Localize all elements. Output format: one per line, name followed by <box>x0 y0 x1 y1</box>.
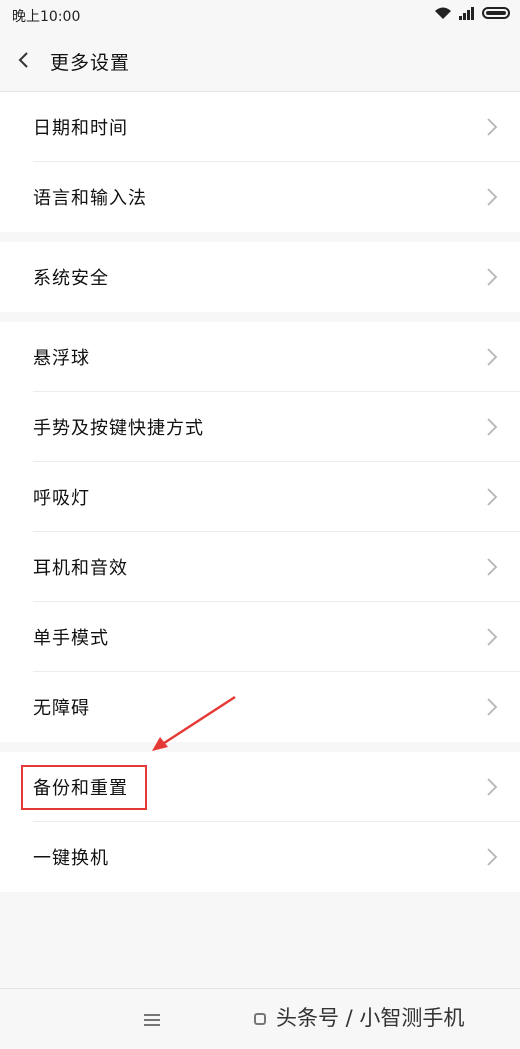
settings-item-label: 耳机和音效 <box>33 558 128 579</box>
watermark: 头条号 / 小智测手机 <box>276 1006 465 1030</box>
chevron-right-icon <box>487 118 498 136</box>
settings-item-label: 无障碍 <box>33 698 90 719</box>
settings-item-accessibility[interactable]: 无障碍 <box>0 672 520 742</box>
status-bar: 晚上10:00 <box>0 0 520 30</box>
settings-item-label: 系统安全 <box>33 268 109 289</box>
wifi-icon <box>435 7 451 19</box>
settings-group-2: 系统安全 <box>0 242 520 312</box>
settings-item-language-input[interactable]: 语言和输入法 <box>0 162 520 232</box>
settings-item-label: 一键换机 <box>33 848 109 869</box>
status-time: 晚上10:00 <box>12 9 81 25</box>
annotation-arrow-icon <box>152 695 236 751</box>
settings-item-date-time[interactable]: 日期和时间 <box>0 92 520 162</box>
navigation-bar: 头条号 / 小智测手机 <box>0 988 520 1049</box>
signal-icon <box>459 7 474 20</box>
chevron-right-icon <box>487 418 498 436</box>
settings-item-notification-light[interactable]: 呼吸灯 <box>0 462 520 532</box>
home-icon[interactable] <box>254 1013 266 1025</box>
chevron-right-icon <box>487 848 498 866</box>
battery-icon <box>482 7 510 19</box>
chevron-right-icon <box>487 488 498 506</box>
settings-group-3: 悬浮球 手势及按键快捷方式 呼吸灯 耳机和音效 单手模式 无障碍 <box>0 322 520 742</box>
settings-item-label: 手势及按键快捷方式 <box>33 418 204 439</box>
settings-item-one-click-transfer[interactable]: 一键换机 <box>0 822 520 892</box>
settings-item-headphones-audio[interactable]: 耳机和音效 <box>0 532 520 602</box>
highlight-box <box>21 765 147 810</box>
settings-item-label: 悬浮球 <box>33 348 90 369</box>
settings-item-gestures-shortcuts[interactable]: 手势及按键快捷方式 <box>0 392 520 462</box>
settings-group-1: 日期和时间 语言和输入法 <box>0 92 520 232</box>
settings-item-label: 单手模式 <box>33 628 109 649</box>
settings-item-label: 呼吸灯 <box>33 488 90 509</box>
settings-item-system-security[interactable]: 系统安全 <box>0 242 520 312</box>
settings-item-label: 语言和输入法 <box>33 188 147 209</box>
chevron-right-icon <box>487 698 498 716</box>
chevron-right-icon <box>487 188 498 206</box>
chevron-left-icon[interactable] <box>14 50 34 70</box>
page-title: 更多设置 <box>50 52 131 74</box>
status-icons <box>434 6 510 20</box>
menu-icon[interactable] <box>144 1013 160 1027</box>
chevron-right-icon <box>487 778 498 796</box>
header: 更多设置 <box>0 30 520 92</box>
chevron-right-icon <box>487 628 498 646</box>
chevron-right-icon <box>487 558 498 576</box>
settings-item-label: 日期和时间 <box>33 118 128 139</box>
settings-item-one-handed-mode[interactable]: 单手模式 <box>0 602 520 672</box>
chevron-right-icon <box>487 348 498 366</box>
settings-item-floating-ball[interactable]: 悬浮球 <box>0 322 520 392</box>
chevron-right-icon <box>487 268 498 286</box>
